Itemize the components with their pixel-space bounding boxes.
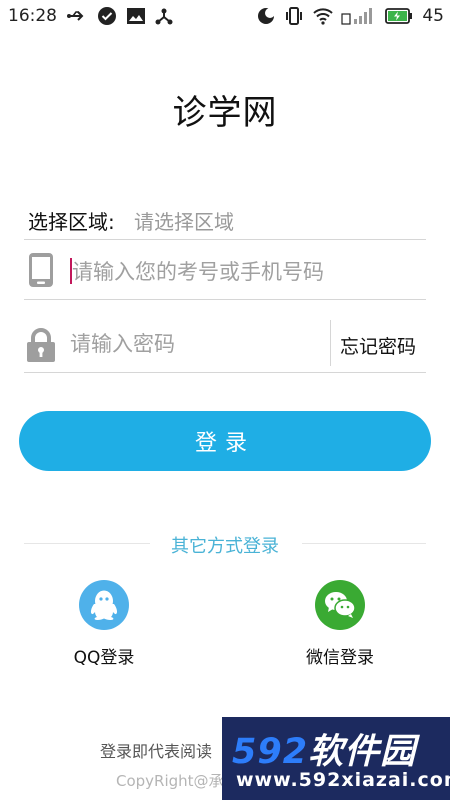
do-not-disturb-icon bbox=[258, 8, 275, 24]
divider-right bbox=[302, 543, 426, 544]
phone-input[interactable] bbox=[72, 257, 412, 287]
agreement-text: 登录即代表阅读 bbox=[100, 742, 213, 761]
watermark-number: 592 bbox=[232, 732, 309, 772]
wechat-login-button[interactable]: 微信登录 bbox=[280, 580, 400, 668]
password-field-row: 忘记密码 bbox=[24, 318, 426, 372]
qq-icon bbox=[79, 580, 129, 630]
app-title: 诊学网 bbox=[172, 93, 278, 133]
phone-field-row bbox=[24, 242, 426, 298]
usb-icon bbox=[67, 11, 84, 21]
watermark-brand: 592软件园 bbox=[232, 723, 416, 774]
vibrate-icon bbox=[286, 7, 302, 25]
region-placeholder[interactable]: 请选择区域 bbox=[134, 206, 234, 235]
signal-icon bbox=[341, 8, 372, 25]
wifi-icon bbox=[313, 8, 333, 25]
phone-icon bbox=[29, 253, 53, 287]
region-selector[interactable]: 选择区域: 请选择区域 bbox=[28, 200, 426, 240]
watermark-url: www.592xiazai.com bbox=[236, 769, 450, 791]
login-button[interactable]: 登录 bbox=[19, 411, 431, 471]
image-icon bbox=[127, 8, 145, 24]
qq-login-label: QQ登录 bbox=[73, 648, 135, 668]
separator bbox=[330, 320, 331, 366]
wechat-icon bbox=[315, 580, 365, 630]
lock-icon bbox=[27, 328, 55, 362]
divider bbox=[24, 372, 426, 373]
check-circle-icon bbox=[98, 7, 116, 25]
battery-level: 45 bbox=[422, 6, 444, 26]
password-input[interactable] bbox=[70, 329, 320, 359]
watermark-text: 软件园 bbox=[308, 732, 417, 772]
divider bbox=[24, 239, 426, 240]
share-icon bbox=[155, 8, 173, 25]
other-login-title: 其它方式登录 bbox=[171, 536, 279, 557]
copyright-text: CopyRight@承 bbox=[116, 772, 224, 790]
wechat-login-label: 微信登录 bbox=[306, 648, 374, 668]
region-label: 选择区域: bbox=[28, 210, 115, 234]
status-bar: 16:28 45 bbox=[0, 0, 450, 32]
watermark-logo: 592软件园 www.592xiazai.com bbox=[222, 717, 450, 800]
battery-icon bbox=[385, 8, 412, 24]
status-time: 16:28 bbox=[8, 6, 57, 26]
divider bbox=[24, 299, 426, 300]
forgot-password-link[interactable]: 忘记密码 bbox=[340, 332, 416, 359]
qq-login-button[interactable]: QQ登录 bbox=[44, 580, 164, 668]
